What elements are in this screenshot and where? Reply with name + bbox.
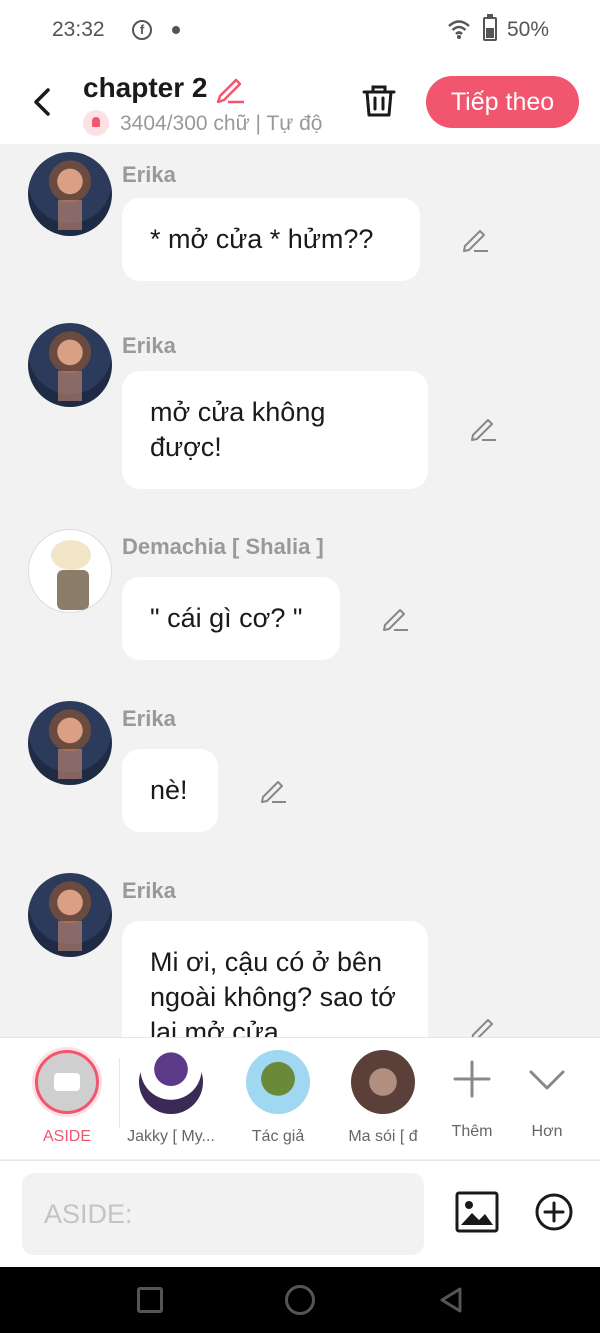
character-ma-soi[interactable]: Ma sói [ đ <box>338 1050 428 1146</box>
back-triangle-icon[interactable] <box>436 1285 466 1315</box>
edit-message-icon[interactable] <box>468 413 498 443</box>
message-input[interactable] <box>22 1173 424 1255</box>
character-aside[interactable]: ASIDE <box>22 1050 112 1146</box>
back-arrow-icon[interactable] <box>28 84 58 120</box>
edit-message-icon[interactable] <box>460 224 490 254</box>
message-bubble[interactable]: * mở cửa * hửm?? <box>122 198 420 281</box>
plus-icon <box>453 1060 491 1098</box>
sender-name: Erika <box>122 333 176 358</box>
home-icon[interactable] <box>285 1285 315 1315</box>
add-circle-icon[interactable] <box>534 1192 574 1232</box>
character-tac-gia[interactable]: Tác giả <box>233 1050 323 1146</box>
system-nav-bar <box>0 1267 600 1333</box>
aside-chat-icon <box>35 1050 99 1114</box>
edit-title-pencil-icon[interactable] <box>214 72 246 104</box>
chapter-title: chapter 2 <box>83 72 208 103</box>
header: chapter 2 3404/300 chữ | Tự độ Tiếp theo <box>0 62 600 144</box>
next-button[interactable]: Tiếp theo <box>426 76 579 128</box>
battery-level: 50% <box>507 18 550 41</box>
notification-dot-icon <box>172 26 180 34</box>
chat-area[interactable]: Erika * mở cửa * hửm?? Erika mở cửa khôn… <box>0 144 600 1037</box>
battery-icon <box>483 14 497 41</box>
avatar[interactable] <box>28 152 112 236</box>
wifi-icon <box>448 20 470 39</box>
avatar[interactable] <box>28 529 112 613</box>
word-count-subtitle: 3404/300 chữ | Tự độ <box>120 112 323 135</box>
avatar <box>351 1050 415 1114</box>
avatar[interactable] <box>28 323 112 407</box>
sender-name: Erika <box>122 878 176 903</box>
status-time: 23:32 <box>52 18 105 41</box>
sender-name: Erika <box>122 162 176 187</box>
message-bubble[interactable]: mở cửa không được! <box>122 371 428 489</box>
character-jakky[interactable]: Jakky [ My... <box>126 1050 216 1146</box>
sender-name: Erika <box>122 706 176 731</box>
chevron-down-icon <box>529 1070 565 1090</box>
message-bubble[interactable]: Mi ơi, cậu có ở bên ngoài không? sao tớ … <box>122 921 428 1037</box>
character-label: Ma sói [ đ <box>348 1128 418 1145</box>
edit-message-icon[interactable] <box>468 1013 498 1037</box>
more-characters-button[interactable]: Hơn <box>502 1050 592 1141</box>
bell-icon <box>83 110 109 136</box>
message-bubble[interactable]: " cái gì cơ? " <box>122 577 340 660</box>
message-bubble[interactable]: nè! <box>122 749 218 832</box>
character-selector: ASIDE Jakky [ My... Tác giả Ma sói [ đ T… <box>0 1037 600 1159</box>
character-label: Tác giả <box>251 1128 305 1145</box>
trash-icon[interactable] <box>360 82 398 120</box>
sender-name: Demachia [ Shalia ] <box>122 534 324 559</box>
avatar <box>139 1050 203 1114</box>
facebook-icon: f <box>132 20 152 40</box>
character-label: Hơn <box>531 1123 563 1140</box>
input-bar <box>0 1160 600 1267</box>
edit-message-icon[interactable] <box>258 775 288 805</box>
image-icon[interactable] <box>455 1191 499 1233</box>
avatar[interactable] <box>28 701 112 785</box>
avatar[interactable] <box>28 873 112 957</box>
avatar <box>246 1050 310 1114</box>
character-label: Jakky [ My... <box>127 1128 215 1145</box>
character-label: ASIDE <box>42 1128 91 1145</box>
recents-icon[interactable] <box>137 1287 163 1313</box>
divider <box>119 1058 120 1128</box>
status-bar: 23:32 f 50% <box>0 0 600 62</box>
edit-message-icon[interactable] <box>380 603 410 633</box>
